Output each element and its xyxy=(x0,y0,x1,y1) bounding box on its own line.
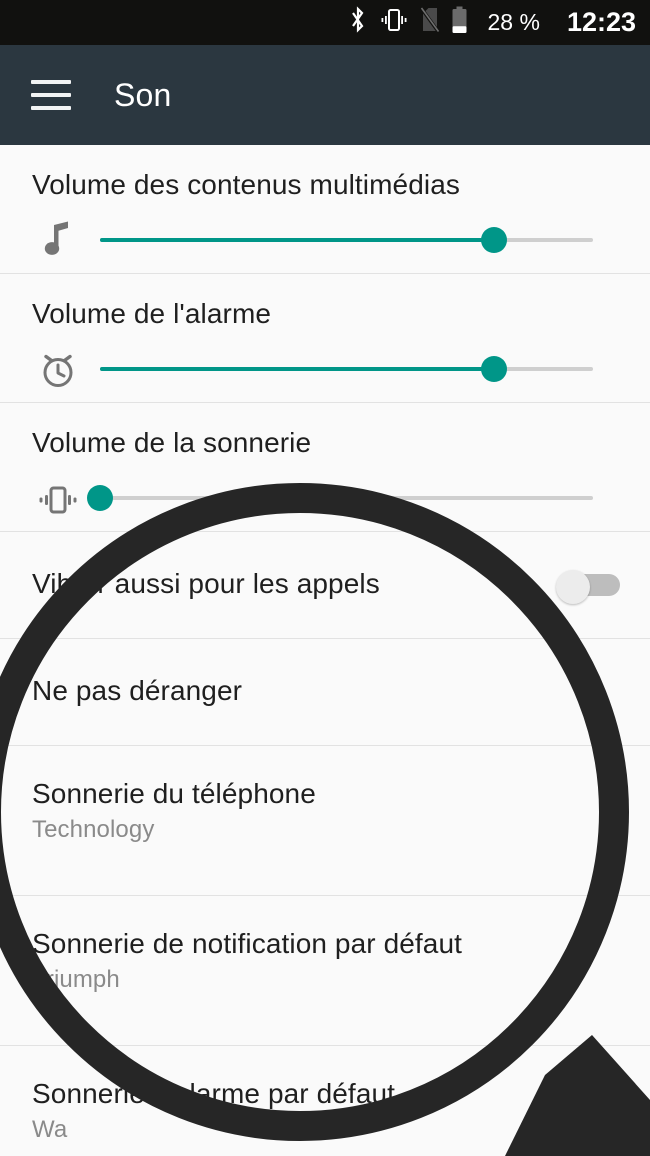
vibrate-icon xyxy=(34,477,82,521)
hamburger-bar-3 xyxy=(31,106,71,110)
vibrate-for-calls-toggle[interactable] xyxy=(556,570,620,604)
row-title: Sonnerie de notification par défaut xyxy=(32,928,463,959)
hamburger-menu-icon[interactable] xyxy=(31,80,71,110)
sim-card-off-icon xyxy=(419,7,440,39)
row-title: Volume des contenus multimédias xyxy=(32,169,460,200)
row-media-volume[interactable]: Volume des contenus multimédias xyxy=(0,145,650,274)
hamburger-bar-1 xyxy=(31,80,71,84)
media-volume-track[interactable] xyxy=(100,227,593,253)
row-title: Volume de la sonnerie xyxy=(32,427,312,458)
bluetooth-icon xyxy=(348,6,368,39)
row-phone-ringtone[interactable]: Sonnerie du téléphone Technology xyxy=(0,746,650,896)
page-title: Son xyxy=(114,76,172,113)
row-title: Sonnerie du téléphone xyxy=(32,778,316,809)
row-title: Ne pas déranger xyxy=(32,675,243,706)
toggle-thumb[interactable] xyxy=(556,570,590,604)
row-vibrate-for-calls[interactable]: Vibrer aussi pour les appels xyxy=(0,532,650,639)
settings-list: Volume des contenus multimédias Volume d… xyxy=(0,145,650,1156)
status-bar-icons: 28 % 12:23 xyxy=(348,6,636,39)
row-subtitle: Wa xyxy=(32,1116,68,1143)
status-bar: 28 % 12:23 xyxy=(0,0,650,45)
phone-screen: 28 % 12:23 Son Volume des contenus multi… xyxy=(0,0,650,1156)
alarm-volume-track[interactable] xyxy=(100,356,593,382)
row-subtitle: Technology xyxy=(32,816,155,843)
row-title: Volume de l'alarme xyxy=(32,298,272,329)
music-note-icon xyxy=(34,219,82,263)
row-title: Sonnerie d'alarme par défaut xyxy=(32,1078,396,1109)
media-volume-fill xyxy=(100,238,495,242)
row-do-not-disturb[interactable]: Ne pas déranger xyxy=(0,639,650,746)
ring-volume-slider[interactable] xyxy=(32,471,650,525)
media-volume-slider[interactable] xyxy=(32,213,650,267)
battery-percentage: 28 % xyxy=(487,9,540,35)
hamburger-bar-2 xyxy=(31,93,71,97)
row-subtitle: Triumph xyxy=(32,966,120,993)
row-ring-volume[interactable]: Volume de la sonnerie xyxy=(0,403,650,532)
alarm-volume-fill xyxy=(100,367,495,371)
row-default-notification-ringtone[interactable]: Sonnerie de notification par défaut Triu… xyxy=(0,896,650,1046)
row-default-alarm-ringtone[interactable]: Sonnerie d'alarme par défaut Wa xyxy=(0,1046,650,1156)
app-bar: Son xyxy=(0,45,650,145)
alarm-clock-icon xyxy=(34,348,82,392)
battery-icon xyxy=(451,6,468,39)
ring-volume-thumb[interactable] xyxy=(87,485,113,511)
vibrate-icon xyxy=(379,7,409,38)
status-bar-clock: 12:23 xyxy=(566,7,636,37)
alarm-volume-thumb[interactable] xyxy=(481,356,508,382)
alarm-volume-slider[interactable] xyxy=(32,342,650,396)
ring-volume-track[interactable] xyxy=(87,485,593,511)
row-alarm-volume[interactable]: Volume de l'alarme xyxy=(0,274,650,403)
media-volume-thumb[interactable] xyxy=(481,227,508,253)
